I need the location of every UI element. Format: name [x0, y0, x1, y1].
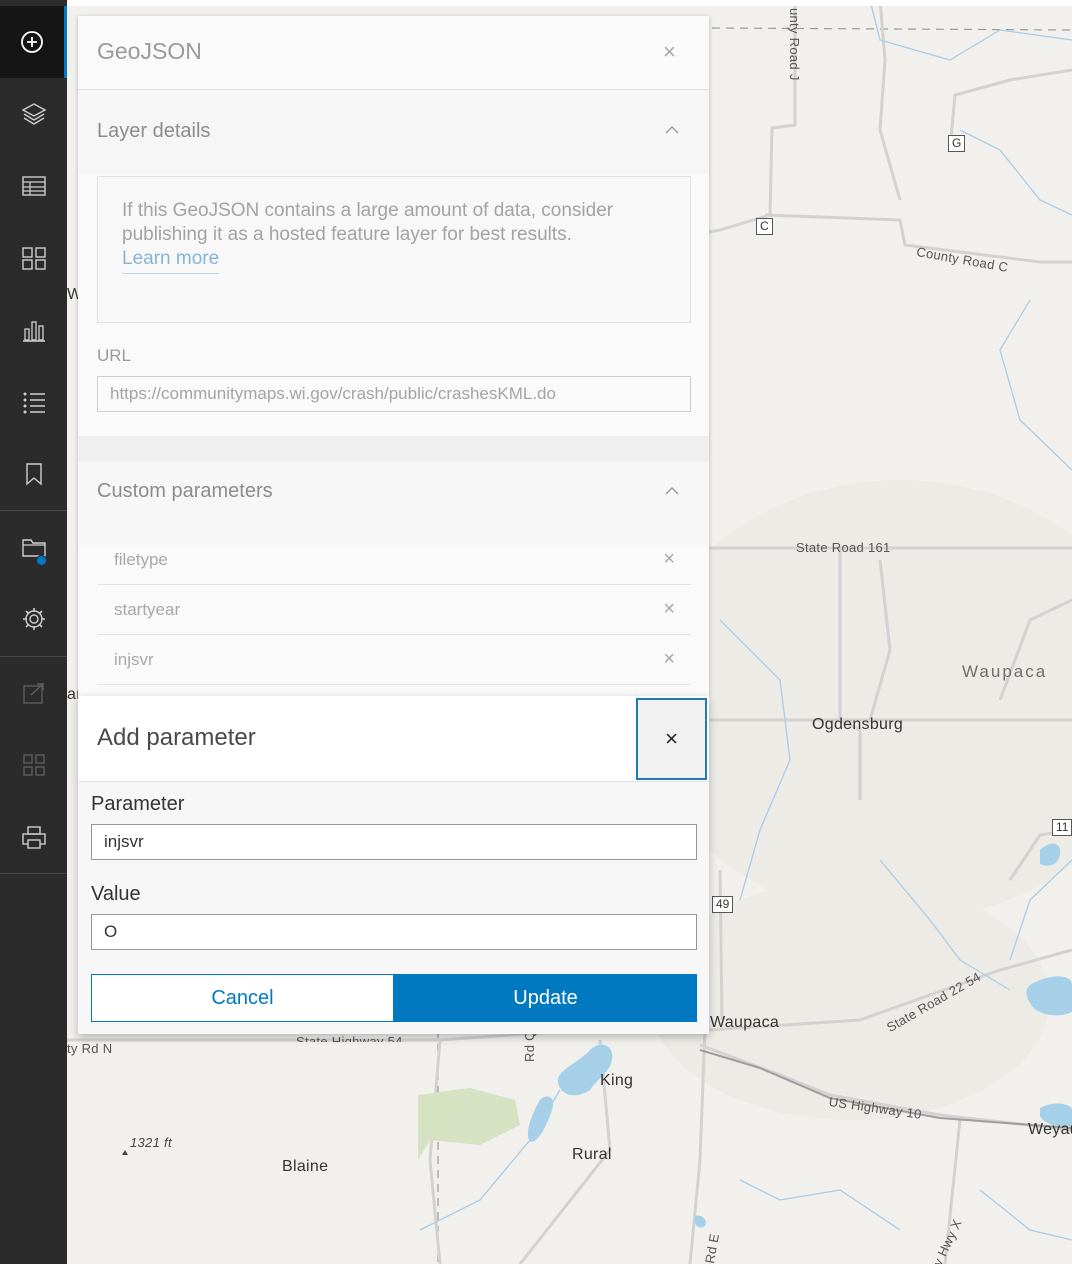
- share-icon: [22, 683, 44, 704]
- bookmark-icon: [25, 463, 42, 486]
- map-label-state-highway-54: State Highway 54: [296, 1034, 403, 1042]
- info-text: If this GeoJSON contains a large amount …: [122, 200, 614, 245]
- legend-icon: [21, 247, 46, 270]
- parameter-row[interactable]: injsvr ×: [97, 635, 691, 685]
- map-shield-c: C: [756, 218, 773, 235]
- map-elevation-marker: [122, 1150, 128, 1155]
- dialog-title: Add parameter: [97, 724, 256, 751]
- remove-parameter-button[interactable]: ×: [663, 548, 675, 571]
- chevron-up-icon: [665, 487, 679, 495]
- grid-icon: [22, 754, 45, 776]
- map-label-rural: Rural: [572, 1146, 612, 1163]
- grid-button[interactable]: [0, 729, 67, 801]
- print-button[interactable]: [0, 801, 67, 873]
- bookmark-button[interactable]: [0, 438, 67, 510]
- legend-button[interactable]: [0, 222, 67, 294]
- custom-parameters-title: Custom parameters: [97, 480, 273, 502]
- add-parameter-dialog: Add parameter × Parameter injsvr Value O…: [78, 696, 709, 1034]
- panel-header: GeoJSON ×: [78, 16, 709, 90]
- close-icon: ×: [665, 726, 678, 751]
- remove-parameter-button[interactable]: ×: [663, 648, 675, 671]
- url-input[interactable]: https://communitymaps.wi.gov/crash/publi…: [97, 376, 691, 412]
- add-button[interactable]: [0, 6, 67, 78]
- cancel-button[interactable]: Cancel: [91, 974, 394, 1022]
- map-label-ty-rd-n: ty Rd N: [67, 1041, 113, 1056]
- map-label-weyau: Weyau: [1028, 1121, 1072, 1138]
- folder-button[interactable]: [0, 511, 67, 583]
- layer-details-header[interactable]: Layer details: [78, 90, 709, 174]
- gear-icon: [22, 608, 45, 630]
- close-icon: ×: [663, 39, 676, 64]
- left-toolbar: [0, 0, 67, 1264]
- chart-icon: [22, 321, 45, 342]
- share-button[interactable]: [0, 657, 67, 729]
- parameter-label: Parameter: [91, 793, 185, 815]
- custom-parameters-header[interactable]: Custom parameters: [78, 462, 709, 546]
- parameter-row[interactable]: startyear ×: [97, 585, 691, 635]
- parameter-name: startyear: [114, 600, 181, 619]
- map-label-elevation: 1321 ft: [130, 1135, 172, 1150]
- map-label-king: King: [600, 1072, 634, 1089]
- layers-button[interactable]: [0, 78, 67, 150]
- list-button[interactable]: [0, 366, 67, 438]
- map-label-waupaca-county: Waupaca: [962, 662, 1048, 681]
- map-label-blaine: Blaine: [282, 1158, 329, 1175]
- layer-details-title: Layer details: [97, 120, 211, 142]
- info-notice: If this GeoJSON contains a large amount …: [97, 176, 691, 323]
- layers-icon: [21, 103, 46, 125]
- map-shield-110: 11: [1052, 819, 1072, 836]
- panel-close-button[interactable]: ×: [663, 41, 676, 63]
- map-label-state-road-161: State Road 161: [796, 540, 891, 555]
- section-divider: [78, 436, 709, 462]
- parameter-row[interactable]: filetype ×: [97, 535, 691, 585]
- map-label-rd-vertical: Rd Q: [522, 1030, 537, 1062]
- toolbar-separator: [0, 873, 67, 874]
- chevron-up-icon: [665, 126, 679, 134]
- print-icon: [21, 826, 46, 849]
- map-label-ogdensburg: Ogdensburg: [812, 716, 904, 733]
- chart-button[interactable]: [0, 294, 67, 366]
- table-button[interactable]: [0, 150, 67, 222]
- add-icon: [21, 31, 43, 53]
- map-label-waupaca-town: Waupaca: [710, 1014, 780, 1031]
- close-icon: ×: [663, 598, 675, 620]
- dialog-header: Add parameter: [78, 696, 709, 782]
- settings-button[interactable]: [0, 583, 67, 655]
- value-input[interactable]: O: [91, 914, 697, 950]
- learn-more-link[interactable]: Learn more: [122, 247, 220, 274]
- close-icon: ×: [663, 548, 675, 570]
- panel-title: GeoJSON: [97, 38, 202, 64]
- parameter-input[interactable]: injsvr: [91, 824, 697, 860]
- notification-dot-icon: [36, 555, 47, 566]
- table-icon: [21, 176, 46, 196]
- update-button[interactable]: Update: [394, 974, 697, 1022]
- url-label: URL: [97, 346, 132, 365]
- close-icon: ×: [663, 648, 675, 670]
- parameter-name: filetype: [114, 550, 168, 569]
- value-label: Value: [91, 883, 141, 905]
- geojson-panel: GeoJSON × Layer details If this GeoJSON …: [78, 16, 709, 696]
- map-shield-49: 49: [712, 896, 734, 913]
- list-icon: [23, 392, 45, 414]
- map-label-county-road-j: unty Road J: [787, 8, 802, 81]
- parameter-name: injsvr: [114, 650, 154, 669]
- remove-parameter-button[interactable]: ×: [663, 598, 675, 621]
- dialog-close-button[interactable]: ×: [636, 698, 707, 780]
- map-shield-g: G: [948, 135, 966, 152]
